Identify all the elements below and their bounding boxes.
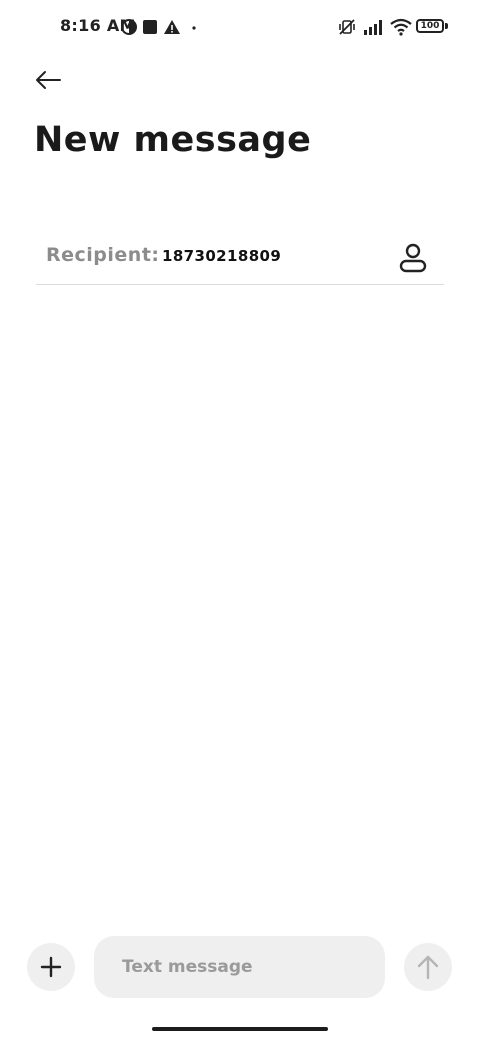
dot-icon xyxy=(185,18,203,36)
page-title: New message xyxy=(34,120,312,160)
battery-tip xyxy=(445,23,448,29)
recipient-label: Recipient: xyxy=(46,244,160,266)
signal-icon xyxy=(363,18,385,36)
arrow-left-icon xyxy=(36,71,61,89)
select-contact-button[interactable] xyxy=(392,240,434,276)
wifi-icon xyxy=(390,18,412,36)
home-indicator[interactable] xyxy=(152,1027,328,1031)
recipient-input[interactable]: 18730218809 xyxy=(162,247,281,265)
stop-square-icon xyxy=(141,18,159,36)
data-saver-icon xyxy=(120,18,138,36)
battery-icon: 100 xyxy=(416,19,444,33)
send-button[interactable] xyxy=(404,943,452,991)
plus-icon xyxy=(40,956,62,978)
recipient-row[interactable]: Recipient: 18730218809 xyxy=(36,234,444,285)
back-button[interactable] xyxy=(28,62,68,98)
message-input[interactable] xyxy=(94,936,385,998)
warning-icon xyxy=(163,18,181,36)
vibrate-off-icon xyxy=(338,18,356,36)
attach-button[interactable] xyxy=(27,943,75,991)
arrow-up-icon xyxy=(417,955,439,980)
status-bar: 8:16 AM 100 xyxy=(0,0,480,56)
person-icon xyxy=(399,243,427,273)
